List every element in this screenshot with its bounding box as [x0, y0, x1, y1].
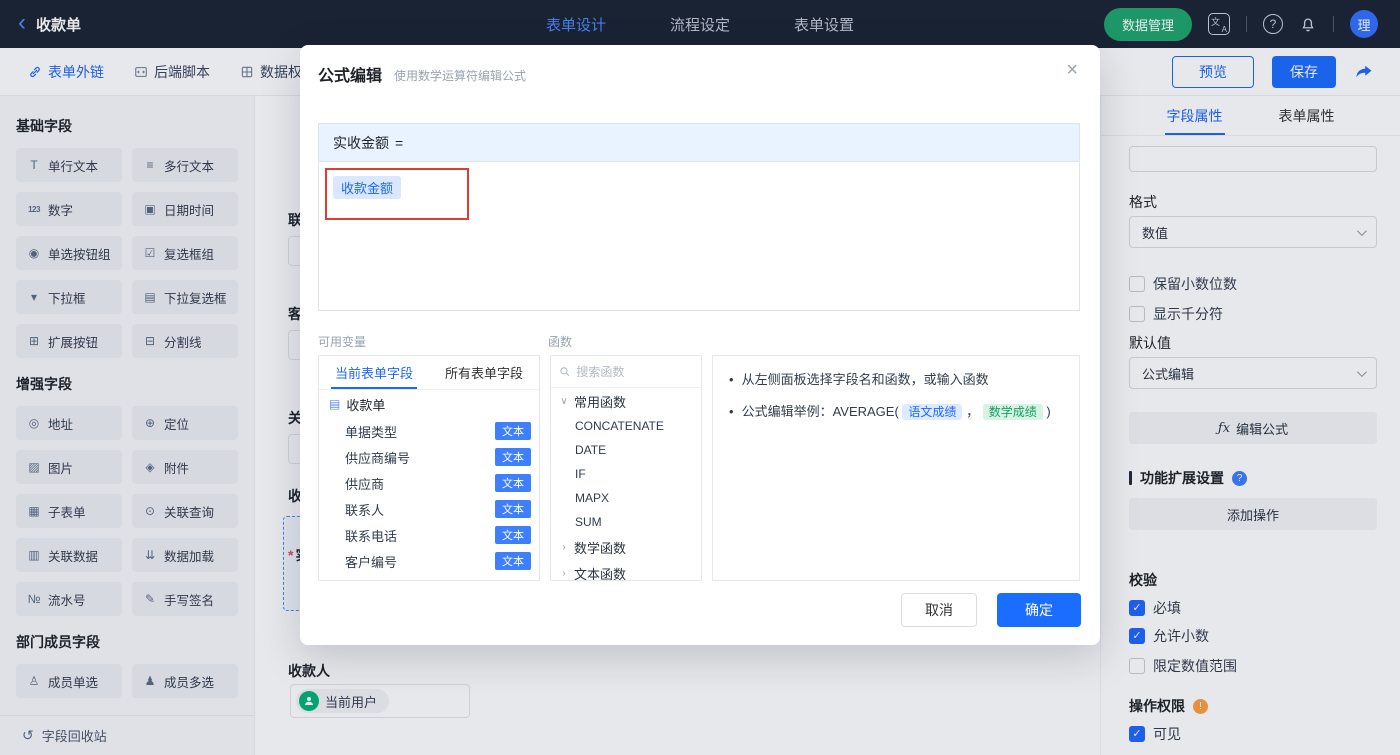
variable-field-row[interactable]: 供应商 文本	[319, 470, 539, 496]
variable-field-row[interactable]: 供应商编号 文本	[319, 444, 539, 470]
bullet-icon: •	[729, 372, 734, 387]
equals-sign: =	[395, 134, 404, 151]
function-item[interactable]: IF	[551, 462, 701, 486]
formula-edit-modal: 公式编辑 使用数学运算符编辑公式 × 实收金额 = 收款金额 可用变量 函数 当…	[300, 45, 1100, 645]
search-icon	[560, 367, 570, 377]
function-group-label: 文本函数	[574, 566, 627, 581]
function-item[interactable]: DATE	[551, 438, 701, 462]
function-search	[551, 356, 701, 388]
field-type-tag: 文本	[495, 422, 531, 440]
help-tip-example: • 公式编辑举例：AVERAGE( 语文成绩 ， 数学成绩 )	[729, 402, 1063, 422]
function-search-input[interactable]	[576, 364, 693, 379]
field-type-tag: 文本	[495, 500, 531, 518]
variable-field-row[interactable]: 客户编号 文本	[319, 548, 539, 574]
variable-field-name: 供应商编号	[345, 450, 411, 466]
field-type-tag: 文本	[495, 448, 531, 466]
formula-input-area[interactable]: 收款金额	[319, 162, 1079, 310]
example-field-chip-chinese: 语文成绩	[902, 404, 963, 420]
example-field-chip-math: 数学成绩	[982, 404, 1043, 420]
variable-field-name: 客户编号	[345, 554, 398, 570]
form-tree-root-label: 收款单	[346, 397, 386, 413]
variable-field-name: 联系人	[345, 502, 385, 518]
function-group-label: 常用函数	[574, 394, 627, 410]
tab-all-form-fields[interactable]: 所有表单字段	[429, 356, 539, 389]
help-tip-text: 公式编辑举例：AVERAGE( 语文成绩 ， 数学成绩 )	[742, 402, 1051, 422]
modal-subtitle: 使用数学运算符编辑公式	[394, 68, 527, 83]
formula-target-name: 实收金额	[333, 134, 389, 151]
variable-field-name: 供应商	[345, 476, 385, 492]
function-group-label: 数学函数	[574, 540, 627, 556]
variable-field-row[interactable]: 单据类型 文本	[319, 418, 539, 444]
functions-label: 函数	[548, 335, 573, 349]
form-tree-root[interactable]: ▤ 收款单	[319, 390, 539, 418]
caret-right-icon: ›	[562, 541, 566, 553]
example-prefix: 公式编辑举例：AVERAGE(	[741, 404, 899, 419]
function-item[interactable]: MAPX	[551, 486, 701, 510]
variable-field-row[interactable]: 联系人 文本	[319, 496, 539, 522]
field-type-tag: 文本	[495, 552, 531, 570]
variable-field-row[interactable]: 联系电话 文本	[319, 522, 539, 548]
cancel-button[interactable]: 取消	[901, 593, 977, 627]
variable-field-name: 联系电话	[345, 528, 398, 544]
document-icon: ▤	[329, 397, 341, 411]
function-item[interactable]: CONCATENATE	[551, 414, 701, 438]
tab-current-form-fields[interactable]: 当前表单字段	[319, 356, 429, 389]
bullet-icon: •	[729, 404, 734, 419]
variables-panel: 当前表单字段 所有表单字段 ▤ 收款单 单据类型 文本 供应商编号 文本 供应商 文本…	[318, 355, 540, 581]
modal-header: 公式编辑 使用数学运算符编辑公式	[300, 45, 1100, 103]
function-group-text[interactable]: › 文本函数	[551, 560, 701, 581]
formula-editor: 实收金额 = 收款金额	[318, 123, 1080, 311]
variable-field-name: 单据类型	[345, 424, 398, 440]
field-type-tag: 文本	[495, 474, 531, 492]
help-tip-text: 从左侧面板选择字段名和函数，或输入函数	[741, 372, 989, 387]
caret-down-icon: ∨	[560, 395, 568, 407]
caret-right-icon: ›	[562, 567, 566, 579]
field-type-tag: 文本	[495, 526, 531, 544]
function-item[interactable]: SUM	[551, 510, 701, 534]
functions-panel: ∨ 常用函数 CONCATENATE DATE IF MAPX SUM › 数学…	[550, 355, 702, 581]
variables-label: 可用变量	[318, 335, 367, 349]
example-suffix: )	[1046, 404, 1051, 419]
variable-tabs: 当前表单字段 所有表单字段	[319, 356, 539, 390]
help-tip: • 从左侧面板选择字段名和函数，或输入函数	[729, 370, 1063, 390]
modal-footer: 取消 确定	[901, 593, 1081, 627]
formula-field-chip[interactable]: 收款金额	[333, 176, 402, 199]
function-group-common[interactable]: ∨ 常用函数	[551, 388, 701, 414]
example-comma: ，	[966, 404, 980, 419]
formula-target-bar: 实收金额 =	[319, 124, 1079, 162]
close-icon[interactable]: ×	[1066, 60, 1078, 80]
modal-title: 公式编辑	[318, 68, 383, 85]
confirm-button[interactable]: 确定	[997, 593, 1081, 627]
function-group-math[interactable]: › 数学函数	[551, 534, 701, 560]
formula-help-panel: • 从左侧面板选择字段名和函数，或输入函数 • 公式编辑举例：AVERAGE( …	[712, 355, 1080, 581]
